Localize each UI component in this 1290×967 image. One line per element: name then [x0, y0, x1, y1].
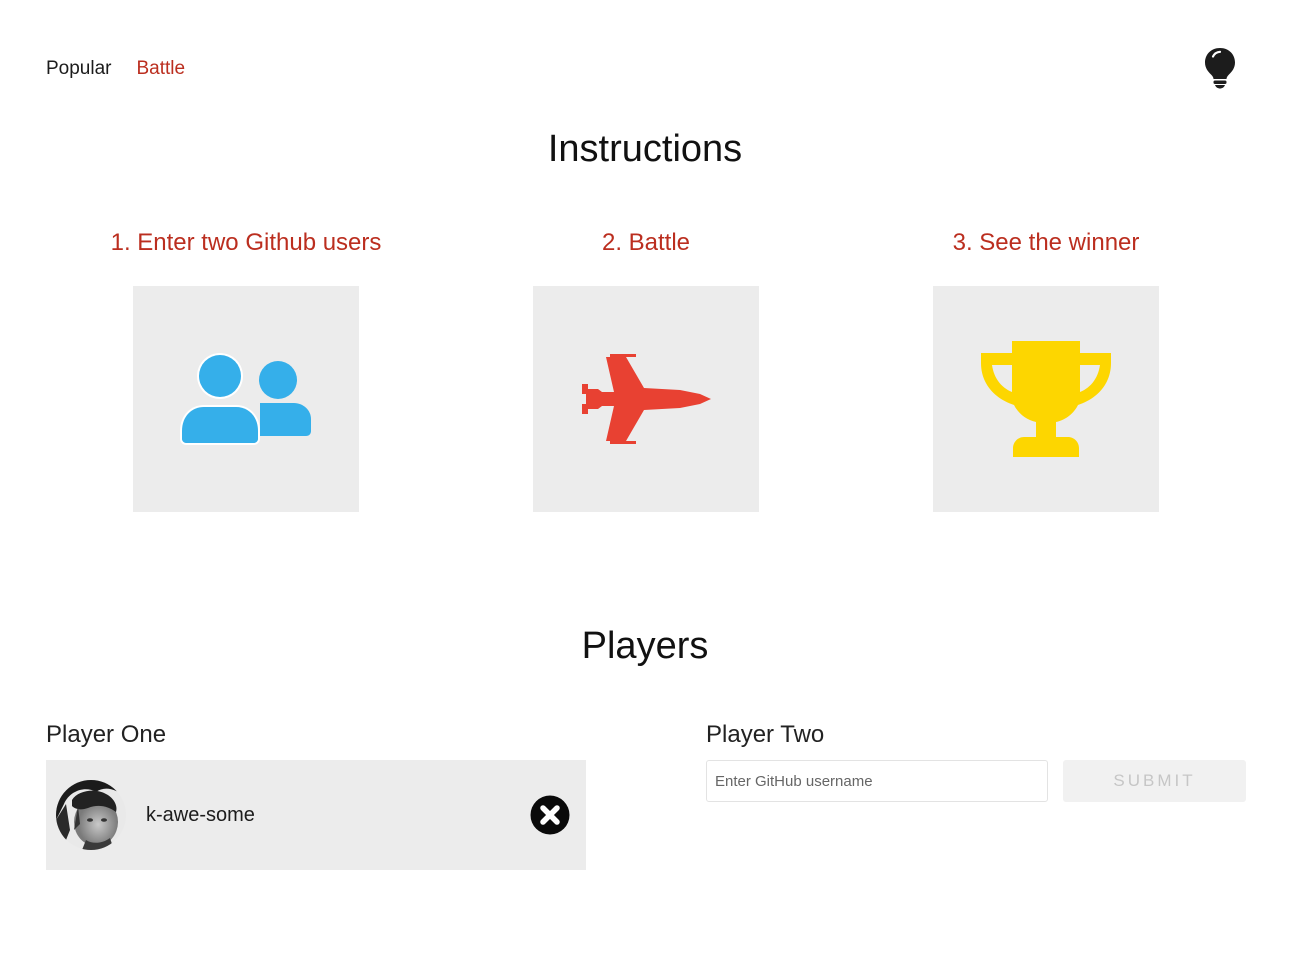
lightbulb-icon: [1205, 48, 1235, 89]
instruction-step-2: 2. Battle: [446, 229, 846, 512]
player-one-card: k-awe-some: [46, 760, 586, 870]
theme-toggle-button[interactable]: [1203, 47, 1237, 89]
nav-link-popular[interactable]: Popular: [46, 58, 112, 80]
nav-link-battle[interactable]: Battle: [137, 58, 186, 80]
instruction-step-3: 3. See the winner: [846, 229, 1246, 512]
trophy-icon: [981, 341, 1111, 457]
step-icon-box: [133, 286, 359, 512]
players-heading: Players: [581, 625, 709, 667]
step-icon-box: [933, 286, 1159, 512]
users-icon: [180, 353, 311, 445]
reset-player-one-button[interactable]: [530, 795, 570, 835]
step-label: 1. Enter two Github users: [110, 229, 382, 256]
player-two-username-input[interactable]: [706, 760, 1048, 802]
step-label: 3. See the winner: [952, 229, 1140, 256]
fighter-jet-icon: [582, 354, 711, 444]
avatar: [56, 780, 126, 850]
instruction-step-1: 1. Enter two Github users: [46, 229, 446, 512]
main-nav: Popular Battle: [46, 58, 185, 80]
instructions-heading: Instructions: [547, 128, 743, 170]
player-one-label: Player One: [46, 721, 167, 748]
close-circle-icon: [530, 795, 570, 835]
step-icon-box: [533, 286, 759, 512]
player-two-label: Player Two: [706, 721, 825, 748]
player-one-username: k-awe-some: [146, 804, 255, 826]
step-label: 2. Battle: [601, 229, 691, 256]
submit-button[interactable]: SUBMIT: [1063, 760, 1246, 802]
